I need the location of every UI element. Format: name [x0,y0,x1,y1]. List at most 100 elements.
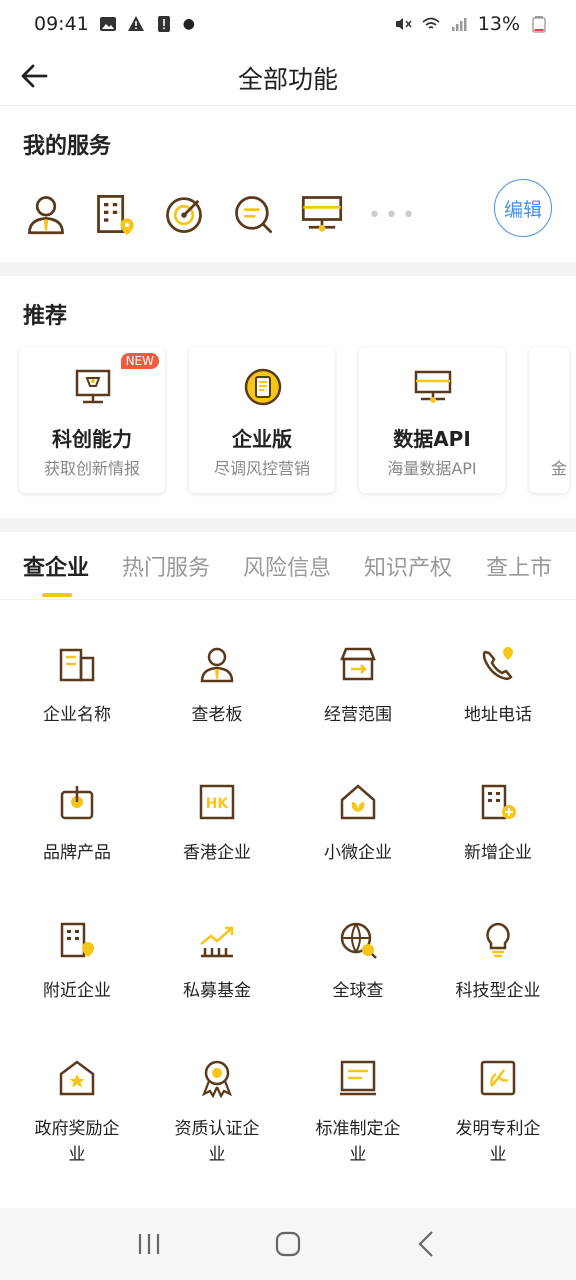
grid-item-label: 资质认证企 业 [174,1119,260,1165]
edit-button[interactable]: 编辑 [494,179,552,237]
tab-listed[interactable]: 查上市 [486,550,552,582]
card-name: 数据API [393,427,471,451]
grid-item-label: 政府奖励企 业 [34,1119,120,1165]
grid-item-label: 小微企业 [324,843,392,863]
target-icon[interactable] [162,192,206,236]
image-icon [99,17,116,31]
grid-item-business-scope[interactable]: 经营范围 [288,644,428,728]
card-enterprise[interactable]: 企业版 尽调风控营销 [189,347,335,493]
divider [0,262,576,276]
card-desc: 金 [551,459,568,478]
recent-apps-icon[interactable] [129,1224,169,1264]
my-service-section: 我的服务 ••• [0,106,576,262]
grid-item-label: 经营范围 [324,705,392,725]
grid-item-label: 地址电话 [464,705,532,725]
grid-item-company-name[interactable]: 企业名称 [7,644,147,728]
building-location-icon [60,922,94,958]
grid-item-label: 附近企业 [43,981,111,1001]
document-icon [340,1060,376,1096]
card-data-api[interactable]: 数据API 海量数据API [359,347,505,493]
grid-item-label: 品牌产品 [43,843,111,863]
system-nav-bar [0,1208,576,1280]
status-time: 09:41 [34,13,89,35]
grid-item-label: 香港企业 [183,843,251,863]
grid-item-nearby[interactable]: 附近企业 [7,920,147,1004]
mute-icon [395,18,412,30]
wifi-icon [422,17,440,29]
grid-item-label: 全球查 [332,981,384,1001]
star-house-icon [59,1060,95,1096]
back-icon[interactable] [407,1224,447,1264]
person-icon[interactable] [24,192,68,236]
new-badge: NEW [120,353,159,369]
battery-text: 13% [477,13,520,35]
grid-item-label: 私募基金 [183,981,251,1001]
building-icon [59,648,95,682]
card-partial[interactable]: 金 [529,347,569,493]
phone-location-icon [482,647,513,681]
grid-item-certified[interactable]: 资质认证企 业 [147,1058,287,1168]
grid-item-label: 查老板 [191,705,243,725]
chart-up-icon [200,926,234,958]
svg-text:HK: HK [206,796,230,812]
card-innovation[interactable]: NEW 科创能力 获取创新情报 [19,347,165,493]
alert-icon [157,16,170,32]
warning-icon [127,16,144,31]
grid-item-small-micro[interactable]: 小微企业 [288,782,428,866]
monitor-network-icon[interactable] [300,192,344,236]
card-name: 企业版 [232,427,292,451]
building-plus-icon [481,784,516,820]
signal-icon [451,18,467,31]
monitor-network-icon [414,370,452,403]
grid-item-global[interactable]: 全球查 [288,920,428,1004]
card-desc: 尽调风控营销 [213,459,310,478]
home-icon[interactable] [268,1224,308,1264]
tab-ip[interactable]: 知识产权 [364,550,452,582]
tab-hot-services[interactable]: 热门服务 [122,550,210,582]
recommend-title: 推荐 [23,304,68,329]
top-bar: 全部功能 [0,48,576,106]
card-desc: 获取创新情报 [43,459,140,478]
grid-item-hk[interactable]: HK 香港企业 [147,782,287,866]
grid-item-label: 发明专利企 业 [455,1119,541,1165]
search-chat-icon[interactable] [231,192,275,236]
person-icon [200,647,234,683]
hk-icon: HK [199,784,235,820]
grid-item-label: 科技型企业 [455,981,541,1001]
grid-item-label: 标准制定企 业 [315,1119,401,1165]
grid-item-standard[interactable]: 标准制定企 业 [288,1058,428,1168]
tab-company[interactable]: 查企业 [23,550,89,582]
grid-item-private-fund[interactable]: 私募基金 [147,920,287,1004]
tab-risk-info[interactable]: 风险信息 [243,550,331,582]
brand-icon [60,786,94,820]
grid-item-new-company[interactable]: 新增企业 [428,782,568,866]
more-dots: ••• [368,203,419,228]
grid-item-gov-award[interactable]: 政府奖励企 业 [7,1058,147,1168]
patent-icon [480,1060,516,1096]
divider [0,518,576,532]
shop-icon [340,647,376,681]
dot-icon: ● [182,16,195,32]
card-name: 科创能力 [52,427,132,451]
lightbulb-icon [486,922,510,958]
grid-item-boss[interactable]: 查老板 [147,644,287,728]
house-leaf-icon [340,784,376,820]
globe-search-icon [340,922,377,959]
monitor-icon [75,369,111,404]
coin-doc-icon [244,368,282,406]
grid-item-address-phone[interactable]: 地址电话 [428,644,568,728]
page-title: 全部功能 [237,65,338,94]
grid-item-tech[interactable]: 科技型企业 [428,920,568,1004]
status-bar: 09:41 ● 13% [0,0,576,48]
grid-item-label: 新增企业 [464,843,532,863]
category-tabs: 查企业 热门服务 风险信息 知识产权 查上市 [0,532,576,600]
recommend-section: 推荐 NEW 科创能力 获取创新情报 企业版 尽调风控营销 数据API 海量数据… [0,276,576,518]
my-service-title: 我的服务 [23,134,112,159]
active-tab-indicator [42,593,72,597]
grid-item-patent[interactable]: 发明专利企 业 [428,1058,568,1168]
award-icon [201,1060,233,1098]
grid-item-brand[interactable]: 品牌产品 [7,782,147,866]
building-location-icon[interactable] [93,192,137,236]
grid-item-label: 企业名称 [43,705,111,725]
battery-icon [532,16,546,33]
